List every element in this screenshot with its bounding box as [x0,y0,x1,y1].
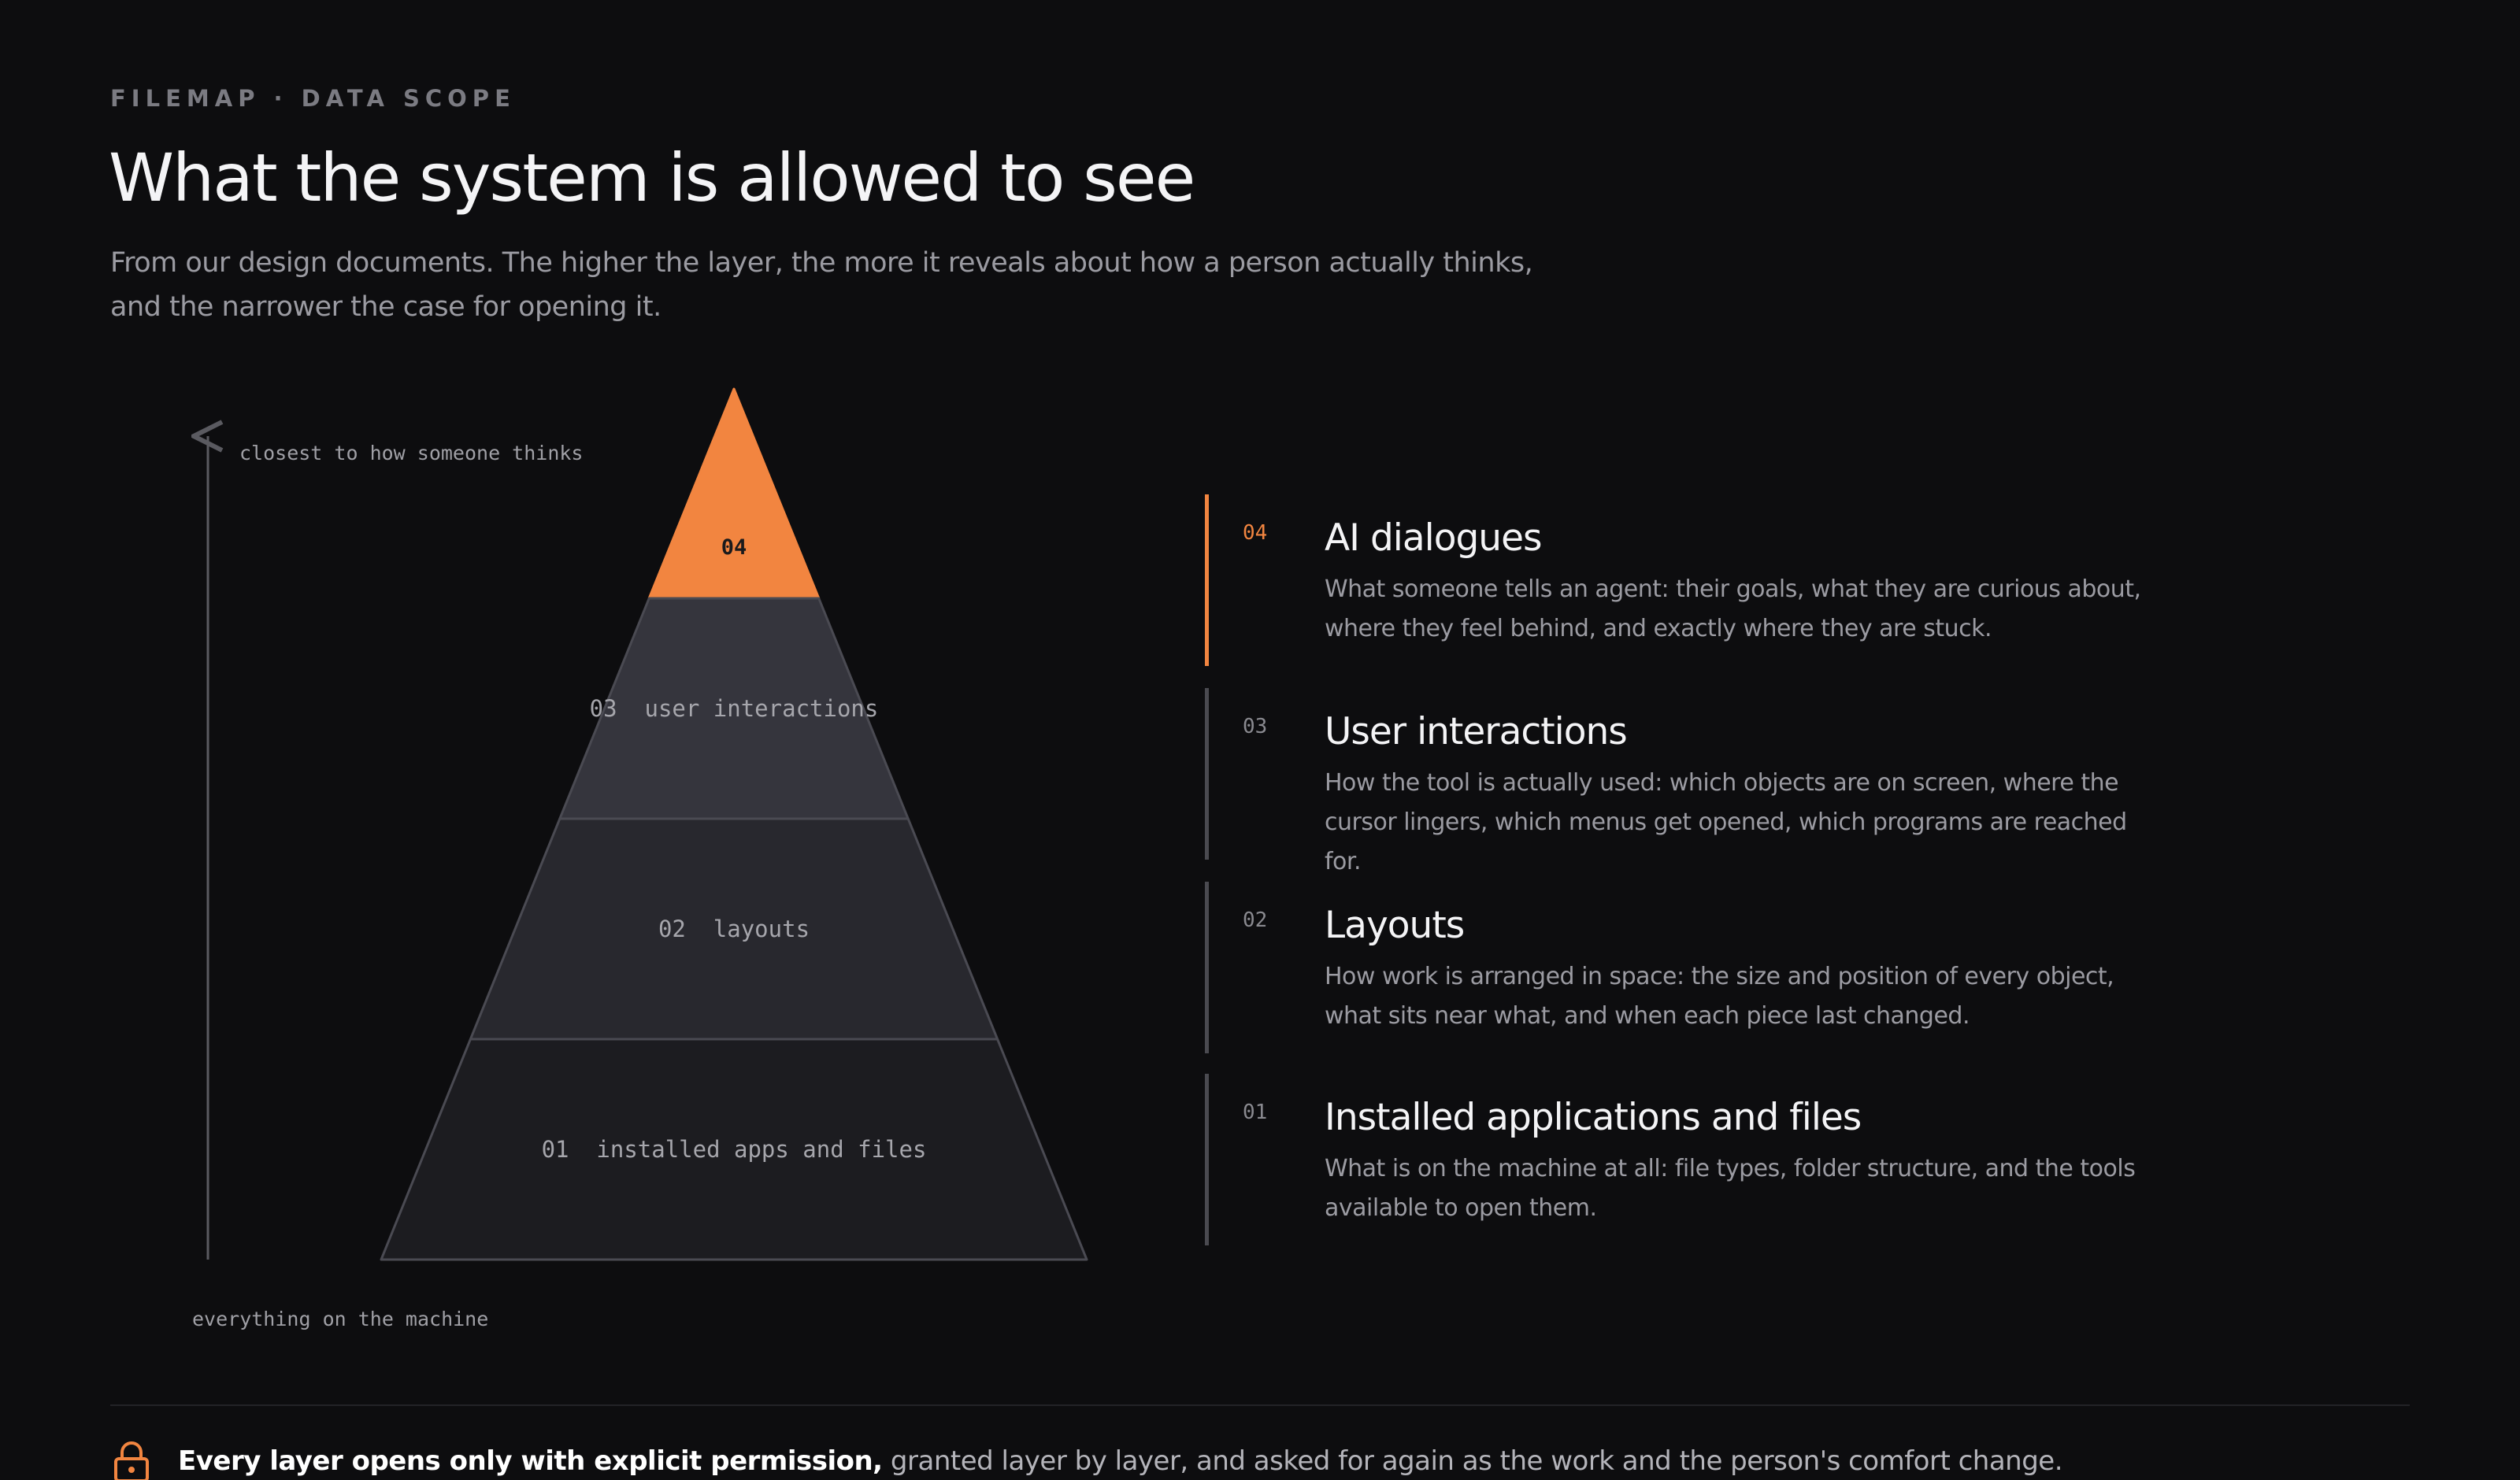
layer-accent-bar [1205,688,1209,860]
layer-description: What is on the machine at all: file type… [1325,1155,2136,1222]
layer-title: Installed applications and files [1325,1096,1862,1139]
pyramid-level-label: 02 layouts [658,916,810,942]
layer-accent-bar [1205,1074,1209,1245]
pyramid-level-label: 01 installed apps and files [542,1136,927,1163]
layer-number: 02 [1243,908,1268,932]
footer-divider [110,1404,2410,1406]
layer-number: 04 [1243,521,1268,545]
permission-note: Every layer opens only with explicit per… [110,1439,2063,1480]
pyramid-level-04 [647,387,821,600]
layer-item-user-interactions: 03 User interactions How the tool is act… [1205,682,2150,875]
pyramid-level-label: 03 user interactions [590,695,879,722]
permission-note-bold: Every layer opens only with explicit per… [178,1445,883,1477]
permission-note-text: Every layer opens only with explicit per… [178,1445,2063,1477]
lock-icon [114,1441,149,1480]
axis-bottom-label: everything on the machine [192,1308,488,1330]
layer-accent-bar [1205,494,1209,666]
layer-description: How the tool is actually used: which obj… [1325,769,2127,875]
layer-number: 03 [1243,715,1268,738]
layer-item-layouts: 02 Layouts How work is arranged in space… [1205,875,2150,1053]
scope-pyramid-diagram: closest to how someone thinks everything… [0,387,1088,1330]
pyramid-level-label: 04 [721,535,747,560]
axis-top-label: closest to how someone thinks [239,442,584,464]
layer-accent-bar [1205,882,1209,1053]
layer-number: 01 [1243,1101,1268,1124]
layer-title: Layouts [1325,904,1465,947]
permission-note-rest: granted layer by layer, and asked for ag… [882,1445,2063,1477]
layer-description: How work is arranged in space: the size … [1325,963,2114,1030]
layer-item-ai-dialogues: 04 AI dialogues What someone tells an ag… [1205,488,2150,666]
layer-description: What someone tells an agent: their goals… [1325,575,2141,642]
layer-title: User interactions [1325,710,1628,753]
layer-item-installed-applications: 01 Installed applications and files What… [1205,1067,2150,1245]
layer-title: AI dialogues [1325,516,1542,560]
